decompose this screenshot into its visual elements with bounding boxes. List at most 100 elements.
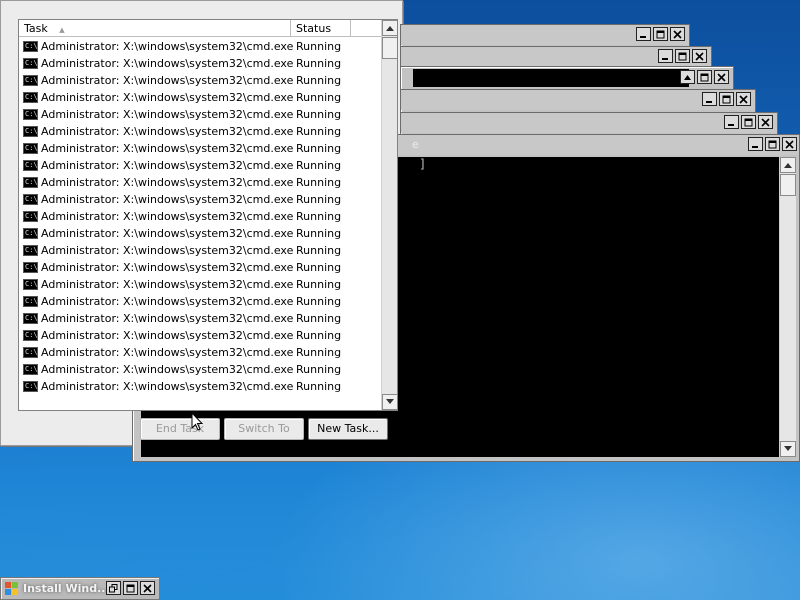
cmd-icon-text: C:\ <box>25 127 38 135</box>
cmd-icon-text: C:\ <box>25 280 38 288</box>
scroll-down-icon[interactable] <box>382 394 397 410</box>
scroll-up-icon[interactable] <box>680 70 695 84</box>
minimize-icon[interactable] <box>636 27 651 41</box>
scroll-thumb[interactable] <box>382 37 397 59</box>
end-task-button[interactable]: End Task <box>140 418 220 440</box>
close-icon[interactable] <box>692 49 707 63</box>
task-status: Running <box>296 91 342 104</box>
maximize-icon[interactable] <box>719 92 734 106</box>
cmd-window-1-titlebar[interactable] <box>401 25 689 45</box>
cmd-icon: C:\ <box>23 41 38 52</box>
new-task-button[interactable]: New Task... <box>308 418 388 440</box>
minimize-icon[interactable] <box>724 115 739 129</box>
task-row[interactable]: C:\ Administrator: X:\windows\system32\cm… <box>19 123 381 140</box>
cmd-icon: C:\ <box>23 330 38 341</box>
task-row[interactable]: C:\ Administrator: X:\windows\system32\cm… <box>19 259 381 276</box>
maximize-icon[interactable] <box>675 49 690 63</box>
task-row[interactable]: C:\ Administrator: X:\windows\system32\cm… <box>19 276 381 293</box>
close-icon[interactable] <box>140 581 155 595</box>
scroll-up-icon[interactable] <box>382 20 397 36</box>
close-icon[interactable] <box>670 27 685 41</box>
mouse-cursor-icon <box>191 412 204 431</box>
task-row[interactable]: C:\ Administrator: X:\windows\system32\cm… <box>19 106 381 123</box>
task-row[interactable]: C:\ Administrator: X:\windows\system32\cm… <box>19 344 381 361</box>
minimize-icon[interactable] <box>658 49 673 63</box>
task-status: Running <box>296 380 342 393</box>
cmd-icon-text: C:\ <box>25 144 38 152</box>
cmd-icon-text: C:\ <box>25 263 38 271</box>
task-row[interactable]: C:\ Administrator: X:\windows\system32\cm… <box>19 242 381 259</box>
task-status: Running <box>296 57 342 70</box>
task-row[interactable]: C:\ Administrator: X:\windows\system32\cm… <box>19 38 381 55</box>
cmd-window-5-titlebar[interactable] <box>401 113 777 133</box>
task-name: Administrator: X:\windows\system32\cmd.e… <box>41 346 294 359</box>
task-row[interactable]: C:\ Administrator: X:\windows\system32\cm… <box>19 378 381 395</box>
task-row[interactable]: C:\ Administrator: X:\windows\system32\cm… <box>19 327 381 344</box>
minimize-icon[interactable] <box>702 92 717 106</box>
restore-icon[interactable] <box>106 581 121 595</box>
cmd-window-4-titlebar[interactable] <box>401 90 755 110</box>
scroll-thumb[interactable] <box>780 174 796 196</box>
task-row[interactable]: C:\ Administrator: X:\windows\system32\cm… <box>19 72 381 89</box>
switch-to-button[interactable]: Switch To <box>224 418 304 440</box>
close-icon[interactable] <box>736 92 751 106</box>
cmd-icon: C:\ <box>23 381 38 392</box>
task-status: Running <box>296 176 342 189</box>
task-row[interactable]: C:\ Administrator: X:\windows\system32\cm… <box>19 225 381 242</box>
cmd-icon-text: C:\ <box>25 314 38 322</box>
cmd-window-4[interactable] <box>400 89 756 113</box>
maximize-icon[interactable] <box>765 137 780 151</box>
task-row[interactable]: C:\ Administrator: X:\windows\system32\cm… <box>19 157 381 174</box>
maximize-icon[interactable] <box>697 70 712 84</box>
cmd-window-5[interactable] <box>400 112 778 136</box>
cmd-window-3[interactable] <box>400 66 734 90</box>
cmd-icon-text: C:\ <box>25 93 38 101</box>
task-name: Administrator: X:\windows\system32\cmd.e… <box>41 159 294 172</box>
scroll-down-icon[interactable] <box>780 441 796 457</box>
cmd-icon-text: C:\ <box>25 76 38 84</box>
column-header-task[interactable]: Task ▲ <box>19 20 291 37</box>
cmd-icon: C:\ <box>23 126 38 137</box>
task-row[interactable]: C:\ Administrator: X:\windows\system32\cm… <box>19 89 381 106</box>
cmd-icon: C:\ <box>23 296 38 307</box>
scroll-up-icon[interactable] <box>780 157 796 173</box>
cmd-icon: C:\ <box>23 75 38 86</box>
task-name: Administrator: X:\windows\system32\cmd.e… <box>41 193 294 206</box>
task-row[interactable]: C:\ Administrator: X:\windows\system32\cm… <box>19 140 381 157</box>
task-name: Administrator: X:\windows\system32\cmd.e… <box>41 363 294 376</box>
close-icon[interactable] <box>714 70 729 84</box>
task-row[interactable]: C:\ Administrator: X:\windows\system32\cm… <box>19 55 381 72</box>
task-list-scrollbar[interactable] <box>381 20 397 410</box>
task-row[interactable]: C:\ Administrator: X:\windows\system32\cm… <box>19 361 381 378</box>
task-status: Running <box>296 142 342 155</box>
task-status: Running <box>296 74 342 87</box>
cmd-window-1[interactable] <box>400 24 690 48</box>
task-row[interactable]: C:\ Administrator: X:\windows\system32\cm… <box>19 208 381 225</box>
column-header-status[interactable]: Status <box>291 20 351 37</box>
task-row[interactable]: C:\ Administrator: X:\windows\system32\cm… <box>19 174 381 191</box>
maximize-icon[interactable] <box>653 27 668 41</box>
task-list[interactable]: Task ▲ Status C:\ Administrator: X:\windo… <box>18 19 398 411</box>
console-text: ] <box>419 157 427 171</box>
minimize-icon[interactable] <box>748 137 763 151</box>
task-status: Running <box>296 40 342 53</box>
task-row[interactable]: C:\ Administrator: X:\windows\system32\cm… <box>19 191 381 208</box>
task-manager-window[interactable]: Task ▲ Status C:\ Administrator: X:\windo… <box>0 0 403 446</box>
close-icon[interactable] <box>782 137 797 151</box>
cmd-window-3-console <box>413 69 689 87</box>
cmd-icon-text: C:\ <box>25 382 38 390</box>
maximize-icon[interactable] <box>741 115 756 129</box>
cmd-icon: C:\ <box>23 194 38 205</box>
task-status: Running <box>296 227 342 240</box>
minimized-install-windows[interactable]: Install Wind... <box>0 577 160 600</box>
task-name: Administrator: X:\windows\system32\cmd.e… <box>41 108 294 121</box>
cmd-window-2-titlebar[interactable] <box>401 47 711 67</box>
task-row[interactable]: C:\ Administrator: X:\windows\system32\cm… <box>19 310 381 327</box>
cmd-scrollbar[interactable] <box>779 157 796 457</box>
task-status: Running <box>296 125 342 138</box>
cmd-icon-text: C:\ <box>25 59 38 67</box>
maximize-icon[interactable] <box>123 581 138 595</box>
close-icon[interactable] <box>758 115 773 129</box>
task-row[interactable]: C:\ Administrator: X:\windows\system32\cm… <box>19 293 381 310</box>
cmd-icon-text: C:\ <box>25 348 38 356</box>
